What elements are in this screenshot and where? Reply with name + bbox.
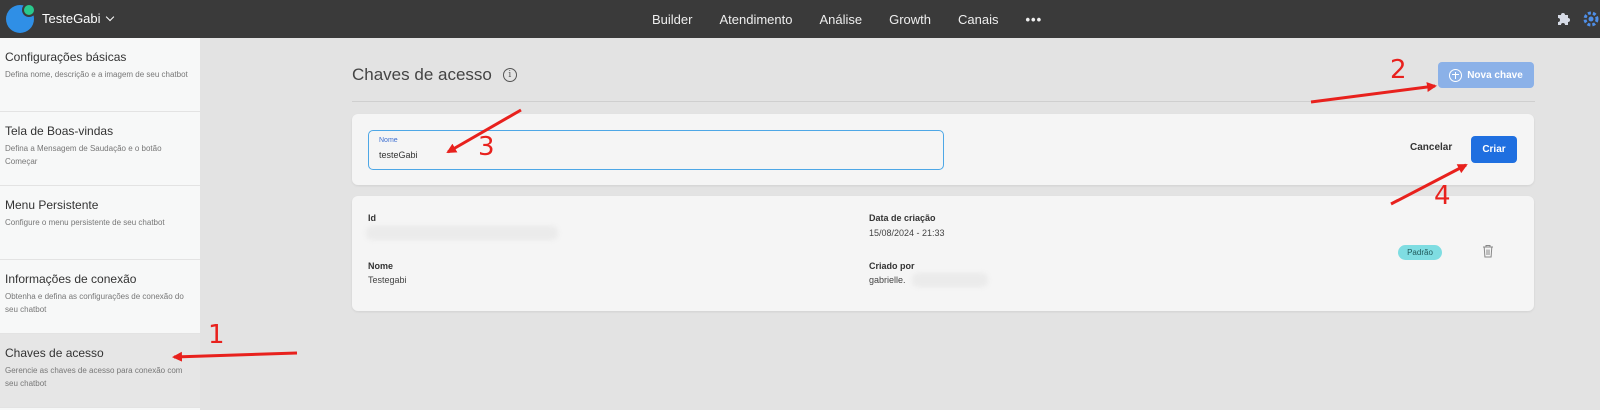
sidebar-item-configuracoes-basicas[interactable]: Configurações básicas Defina nome, descr… xyxy=(0,38,200,112)
key-name-label: Nome xyxy=(368,261,394,271)
name-field[interactable]: Nome testeGabi xyxy=(368,130,944,170)
nav-growth[interactable]: Growth xyxy=(889,12,931,27)
annotation-arrow-2 xyxy=(1310,82,1437,104)
nav-builder[interactable]: Builder xyxy=(652,12,692,27)
redacted-author xyxy=(912,273,988,287)
key-created-value: 15/08/2024 - 21:33 xyxy=(869,228,945,238)
sidebar-item-desc: Obtenha e defina as configurações de con… xyxy=(5,292,184,314)
bot-name: TesteGabi xyxy=(42,11,101,26)
bot-selector[interactable]: TesteGabi xyxy=(42,11,114,26)
trash-icon[interactable] xyxy=(1482,244,1494,258)
more-menu-icon[interactable]: ••• xyxy=(1025,12,1042,27)
sidebar-item-title: Menu Persistente xyxy=(5,198,99,212)
top-bar: TesteGabi Builder Atendimento Análise Gr… xyxy=(0,0,1600,38)
puzzle-icon[interactable] xyxy=(1556,10,1572,26)
info-icon[interactable]: i xyxy=(502,68,517,82)
annotation-number: 3 xyxy=(478,132,495,162)
new-key-button[interactable]: Nova chave xyxy=(1438,62,1534,88)
key-created-label: Data de criação xyxy=(869,213,936,223)
main-nav: Builder Atendimento Análise Growth Canai… xyxy=(652,0,1042,38)
name-field-label: Nome xyxy=(379,137,398,144)
sidebar-item-title: Configurações básicas xyxy=(5,50,127,64)
nav-analise[interactable]: Análise xyxy=(819,12,862,27)
divider xyxy=(352,101,1535,102)
nav-atendimento[interactable]: Atendimento xyxy=(719,12,792,27)
annotation-number: 4 xyxy=(1434,181,1451,211)
annotation-number: 2 xyxy=(1390,55,1407,85)
sidebar-item-desc: Gerencie as chaves de acesso para conexã… xyxy=(5,366,183,388)
nav-canais[interactable]: Canais xyxy=(958,12,998,27)
new-key-form: Nome testeGabi Cancelar Criar xyxy=(352,114,1534,185)
sidebar-item-title: Chaves de acesso xyxy=(5,346,104,360)
sidebar-item-desc: Defina nome, descrição e a imagem de seu… xyxy=(5,70,188,79)
sidebar-item-title: Tela de Boas-vindas xyxy=(5,124,114,138)
sidebar-item-menu-persistente[interactable]: Menu Persistente Configure o menu persis… xyxy=(0,186,200,260)
access-key-card: Id Data de criação 15/08/2024 - 21:33 No… xyxy=(352,196,1534,311)
page-title-text: Chaves de acesso xyxy=(352,65,492,84)
gear-icon[interactable] xyxy=(1582,10,1600,28)
key-author-label: Criado por xyxy=(869,261,915,271)
sidebar-item-title: Informações de conexão xyxy=(5,272,137,286)
key-id-label: Id xyxy=(368,213,376,223)
sidebar-item-chaves-de-acesso[interactable]: Chaves de acesso Gerencie as chaves de a… xyxy=(0,334,200,408)
settings-sidebar: Configurações básicas Defina nome, descr… xyxy=(0,38,200,410)
key-author-value: gabrielle. xyxy=(869,275,906,285)
bot-avatar-icon[interactable] xyxy=(6,3,36,33)
default-badge: Padrão xyxy=(1398,245,1442,260)
page-title: Chaves de acesso i xyxy=(352,65,517,85)
sidebar-item-desc: Defina a Mensagem de Saudação e o botão … xyxy=(5,144,162,166)
sidebar-item-informacoes-conexao[interactable]: Informações de conexão Obtenha e defina … xyxy=(0,260,200,334)
name-field-value[interactable]: testeGabi xyxy=(379,150,418,160)
sidebar-item-desc: Configure o menu persistente de seu chat… xyxy=(5,218,165,227)
plus-circle-icon xyxy=(1449,68,1463,82)
key-name-value: Testegabi xyxy=(368,275,407,285)
annotation-number: 1 xyxy=(208,320,225,350)
chevron-down-icon xyxy=(105,12,114,21)
create-button[interactable]: Criar xyxy=(1471,136,1517,163)
new-key-label: Nova chave xyxy=(1467,69,1523,81)
redacted-id xyxy=(366,226,558,240)
cancel-button[interactable]: Cancelar xyxy=(1410,142,1452,153)
sidebar-item-boas-vindas[interactable]: Tela de Boas-vindas Defina a Mensagem de… xyxy=(0,112,200,186)
